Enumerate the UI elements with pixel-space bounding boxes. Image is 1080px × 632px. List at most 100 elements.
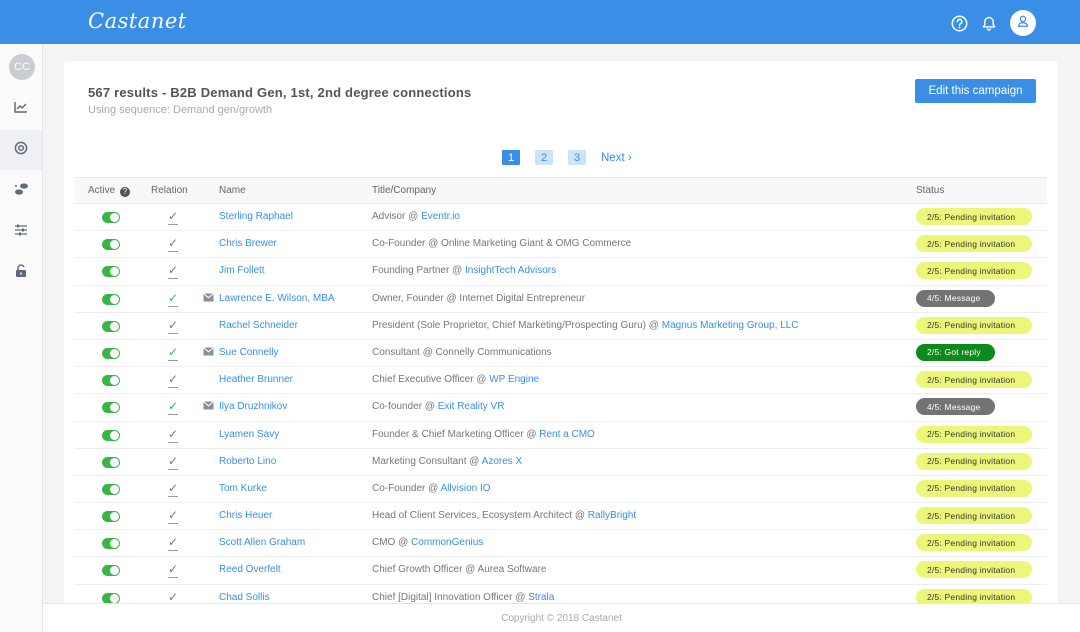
company-link[interactable]: Strala — [528, 592, 554, 603]
contact-name-link[interactable]: Reed Overfelt — [219, 564, 281, 575]
mail-icon[interactable] — [203, 347, 214, 356]
table-row: ✓ Reed Overfelt Chief Growth Officer @ A… — [75, 557, 1047, 585]
title-text: Chief [Digital] Innovation Officer @ — [372, 591, 529, 603]
table-header: Active ? Relation Name Title/Company Sta… — [75, 177, 1047, 204]
company-link[interactable]: InsightTech Advisors — [465, 265, 556, 276]
status-badge: 4/5: Message — [916, 398, 995, 416]
contact-name-link[interactable]: Sterling Raphael — [219, 211, 293, 222]
mail-icon[interactable] — [203, 401, 214, 410]
contact-name-link[interactable]: Jim Follett — [219, 265, 265, 276]
active-toggle[interactable] — [102, 239, 120, 251]
status-badge: 2/5: Pending invitation — [916, 507, 1032, 525]
contact-name-link[interactable]: Chad Sollis — [219, 592, 270, 603]
sidebar-item-campaigns[interactable] — [0, 130, 42, 170]
table-row: ✓ Chris Brewer Co-Founder @ Online Marke… — [75, 231, 1047, 259]
active-toggle[interactable] — [102, 293, 120, 305]
contact-name-link[interactable]: Lyamen Savy — [219, 429, 279, 440]
contact-name-link[interactable]: Rachel Schneider — [219, 320, 298, 331]
contact-name-link[interactable]: Ilya Druzhnikov — [219, 401, 287, 412]
relation-underline — [168, 305, 178, 307]
active-toggle[interactable] — [102, 266, 120, 278]
table-row: ✓ Sue Connelly Consultant @ Connelly Com… — [75, 340, 1047, 368]
company-link[interactable]: WP Engine — [489, 374, 539, 385]
active-toggle[interactable] — [102, 538, 120, 550]
active-toggle[interactable] — [102, 511, 120, 523]
title-text: Consultant @ Connelly Communications — [372, 346, 552, 358]
contact-name-link[interactable]: Sue Connelly — [219, 347, 278, 358]
relation-check-icon: ✓ — [168, 426, 179, 441]
page-2[interactable]: 2 — [535, 150, 553, 165]
company-link[interactable]: Allvision IO — [441, 483, 491, 494]
page-3[interactable]: 3 — [568, 150, 586, 165]
company-link[interactable]: Eventr.io — [421, 211, 460, 222]
next-page-link[interactable]: Next › — [601, 152, 632, 164]
company-link[interactable]: Magnus Marketing Group, LLC — [662, 320, 799, 331]
company-link[interactable]: RallyBright — [588, 510, 636, 521]
company-link[interactable]: Exit Reality VR — [438, 401, 505, 412]
title-text: CMO @ — [372, 537, 412, 549]
sidebar-item-security[interactable] — [0, 253, 42, 293]
status-badge: 2/5: Pending invitation — [916, 534, 1032, 552]
contact-name-link[interactable]: Lawrence E. Wilson, MBA — [219, 293, 335, 304]
title-text: Founder & Chief Marketing Officer @ — [372, 428, 540, 440]
relation-check-icon: ✓ — [168, 290, 179, 305]
company-link[interactable]: Azores X — [482, 456, 523, 467]
relation-underline — [168, 414, 178, 416]
active-toggle[interactable] — [102, 592, 120, 604]
mail-icon[interactable] — [203, 292, 214, 302]
help-icon[interactable]: ? — [120, 187, 131, 197]
relation-check-icon: ✓ — [168, 263, 179, 278]
contact-title: Co-founder @ Exit Reality VR — [372, 401, 504, 412]
header-active[interactable]: Active ? — [88, 185, 131, 197]
active-toggle[interactable] — [102, 375, 120, 387]
contact-title: Owner, Founder @ Internet Digital Entrep… — [372, 293, 585, 304]
sidebar-item-analytics[interactable] — [0, 89, 42, 129]
active-toggle[interactable] — [102, 320, 120, 332]
contact-name-link[interactable]: Roberto Lino — [219, 456, 276, 467]
active-toggle[interactable] — [102, 347, 120, 359]
footer: Copyright © 2018 Castanet — [43, 603, 1080, 632]
sidebar-item-sequences[interactable] — [0, 171, 42, 211]
company-link[interactable]: Rent a CMO — [539, 429, 595, 440]
brand-logo[interactable]: Castanet — [88, 9, 187, 33]
contact-name-link[interactable]: Chris Brewer — [219, 238, 277, 249]
active-toggle[interactable] — [102, 212, 120, 223]
contact-name-link[interactable]: Scott Allen Graham — [219, 537, 305, 548]
account-avatar[interactable]: CC — [9, 54, 35, 80]
contact-name-link[interactable]: Tom Kurke — [219, 483, 267, 494]
active-toggle[interactable] — [102, 483, 120, 495]
contact-title: President (Sole Proprietor, Chief Market… — [372, 320, 798, 331]
sidebar-item-settings[interactable] — [0, 212, 42, 252]
user-avatar[interactable] — [1010, 10, 1036, 36]
contact-name-link[interactable]: Heather Brunner — [219, 374, 293, 385]
status-badge: 2/5: Pending invitation — [916, 371, 1032, 389]
contact-title: Founder & Chief Marketing Officer @ Rent… — [372, 429, 595, 440]
title-text: Co-founder @ — [372, 401, 438, 413]
active-toggle[interactable] — [102, 456, 120, 468]
relation-check-icon: ✓ — [168, 209, 179, 223]
active-toggle[interactable] — [102, 429, 120, 441]
bell-icon[interactable] — [980, 14, 998, 32]
active-toggle[interactable] — [102, 402, 120, 414]
contact-name-link[interactable]: Chris Heuer — [219, 510, 272, 521]
header-title-company[interactable]: Title/Company — [372, 185, 436, 196]
header-name[interactable]: Name — [219, 185, 246, 196]
edit-campaign-button[interactable]: Edit this campaign — [915, 79, 1036, 103]
table-row: ✓ Roberto Lino Marketing Consultant @ Az… — [75, 449, 1047, 476]
relation-check-icon: ✓ — [168, 236, 179, 251]
contact-title: Marketing Consultant @ Azores X — [372, 456, 522, 467]
table-row: ✓ Chris Heuer Head of Client Services, E… — [75, 503, 1047, 531]
contact-title: CMO @ CommonGenius — [372, 537, 483, 548]
status-badge: 2/5: Pending invitation — [916, 262, 1032, 280]
active-toggle[interactable] — [102, 565, 120, 577]
company-link[interactable]: CommonGenius — [411, 537, 483, 548]
title-text: Head of Client Services, Ecosystem Archi… — [372, 510, 588, 522]
title-text: Founding Partner @ — [372, 265, 465, 277]
header-relation[interactable]: Relation — [151, 185, 188, 196]
page-1[interactable]: 1 — [502, 150, 520, 165]
header-status[interactable]: Status — [916, 185, 944, 196]
target-icon — [14, 141, 28, 160]
status-badge: 2/5: Pending invitation — [916, 561, 1032, 579]
help-circle-icon[interactable] — [950, 14, 968, 32]
sequence-subtitle: Using sequence: Demand gen/growth — [88, 104, 273, 116]
